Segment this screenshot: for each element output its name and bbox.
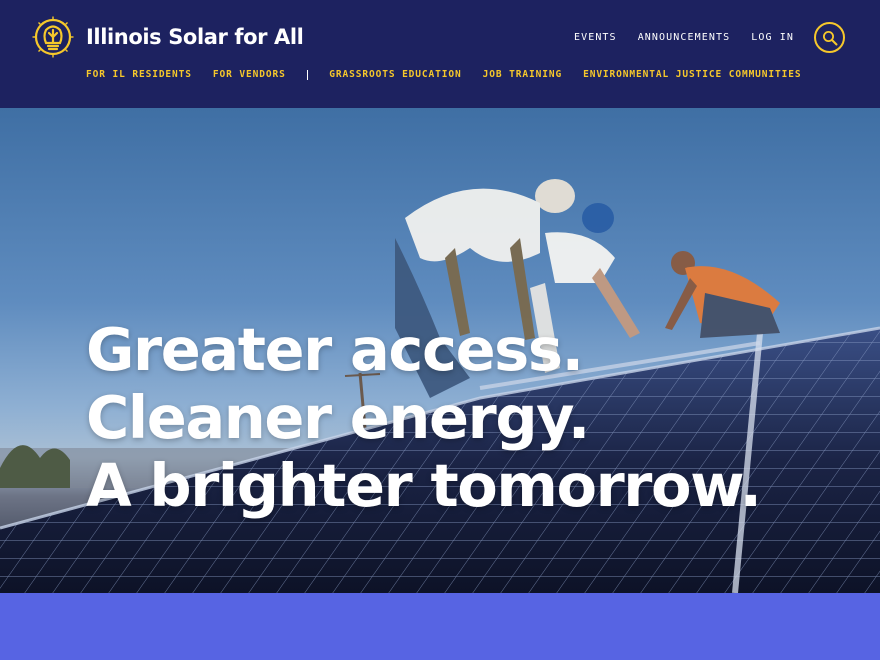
site-logo[interactable]: Illinois Solar for All	[32, 16, 304, 58]
nav-grassroots-education[interactable]: GRASSROOTS EDUCATION	[329, 69, 461, 80]
nav-log-in[interactable]: LOG IN	[751, 32, 794, 43]
hero-banner: Greater access. Cleaner energy. A bright…	[0, 108, 880, 593]
hero-headline: Greater access. Cleaner energy. A bright…	[86, 315, 762, 520]
sun-lightbulb-icon	[32, 16, 74, 58]
utility-nav: EVENTS ANNOUNCEMENTS LOG IN	[574, 32, 794, 43]
nav-job-training[interactable]: JOB TRAINING	[483, 69, 562, 80]
main-nav: FOR IL RESIDENTS FOR VENDORS GRASSROOTS …	[86, 69, 823, 80]
hero-line-2: Cleaner energy.	[86, 383, 590, 452]
nav-for-vendors[interactable]: FOR VENDORS	[213, 69, 286, 80]
site-header: Illinois Solar for All EVENTS ANNOUNCEME…	[0, 0, 880, 108]
nav-for-il-residents[interactable]: FOR IL RESIDENTS	[86, 69, 192, 80]
hero-line-3: A brighter tomorrow.	[86, 451, 762, 520]
search-button[interactable]	[814, 22, 845, 53]
search-icon	[822, 30, 837, 45]
nav-environmental-justice[interactable]: ENVIRONMENTAL JUSTICE COMMUNITIES	[583, 69, 801, 80]
hero-line-1: Greater access.	[86, 315, 584, 384]
nav-divider	[306, 69, 309, 80]
nav-events[interactable]: EVENTS	[574, 32, 617, 43]
content-band	[0, 593, 880, 660]
nav-announcements[interactable]: ANNOUNCEMENTS	[638, 32, 731, 43]
site-title: Illinois Solar for All	[86, 25, 304, 49]
